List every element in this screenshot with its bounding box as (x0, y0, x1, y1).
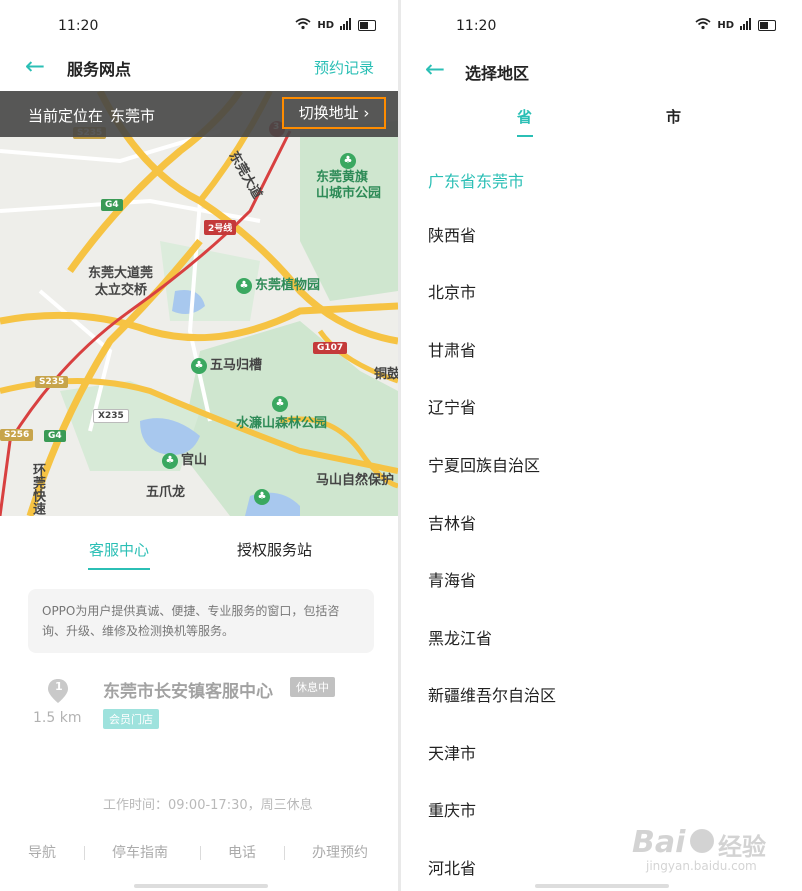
home-indicator (535, 884, 669, 888)
switch-address-button[interactable]: 切换地址 › (282, 97, 386, 129)
status-time: 11:20 (58, 18, 99, 34)
store-actions: 导航 停车指南 电话 办理预约 (0, 842, 398, 866)
poi-guanshan[interactable]: ♣ 官山 (162, 449, 207, 469)
store-name[interactable]: 东莞市长安镇客服中心 (103, 677, 273, 702)
page-title: 服务网点 (67, 60, 132, 79)
appointment-records-link[interactable]: 预约记录 (314, 57, 374, 78)
baidu-jingyan-watermark: Bai 经验 jingyan.baidu.com (614, 825, 784, 875)
cell-signal-icon (740, 18, 752, 33)
road-shield: X235 (93, 409, 129, 423)
province-item[interactable]: 新疆维吾尔自治区 (428, 682, 556, 706)
working-hours: 工作时间：09:00-17:30，周三休息 (103, 798, 313, 813)
active-tab-indicator (88, 568, 150, 570)
status-time: 11:20 (456, 18, 497, 34)
divider (84, 846, 85, 860)
poi-label: 铜鼓 (374, 367, 398, 382)
road-shield: G4 (44, 430, 66, 442)
member-store-tag: 会员门店 (103, 709, 159, 729)
province-item[interactable]: 吉林省 (428, 510, 476, 534)
status-bar: 11:20 HD (401, 18, 802, 38)
park-icon: ♣ (162, 452, 178, 469)
metro-label: 2号线 (204, 220, 237, 235)
province-item[interactable]: 河北省 (428, 855, 476, 879)
home-indicator (134, 884, 268, 888)
watermark-url: jingyan.baidu.com (646, 859, 757, 873)
park-marker[interactable]: ♣ (254, 489, 273, 505)
battery-icon (758, 20, 776, 31)
tab-city[interactable]: 市 (666, 106, 681, 127)
poi-interchange: 东莞大道莞 太立交桥 (88, 266, 154, 298)
service-type-tabs: 客服中心 授权服务站 (0, 536, 398, 576)
map-view[interactable]: S235 G4 2号线 G107 S235 X235 S256 G4 3 东莞大… (0, 91, 398, 516)
cell-signal-icon (340, 18, 352, 33)
status-badge: 休息中 (290, 677, 335, 697)
road-shield: S256 (0, 429, 34, 441)
battery-icon (358, 20, 376, 31)
poi-huangqishan[interactable]: ♣ 东莞黄旗 山城市公园 (316, 153, 381, 202)
select-region-screen: 11:20 HD ← 选择地区 省 市 广东省东莞市 陕西省 北京市 甘肃省 辽… (401, 0, 802, 891)
status-icons: HD (695, 18, 776, 33)
poi-mashan: 马山自然保护 (316, 473, 395, 488)
service-description: OPPO为用户提供真诚、便捷、专业服务的窗口，包括咨询、升级、维修及检测换机等服… (28, 589, 374, 653)
watermark-brand2: 经验 (718, 833, 766, 861)
province-item[interactable]: 宁夏回族自治区 (428, 452, 540, 476)
store-index: 1 (55, 680, 63, 693)
phone-button[interactable]: 电话 (228, 842, 256, 862)
location-city: 东莞市 (110, 107, 156, 125)
park-icon: ♣ (254, 489, 270, 505)
province-item[interactable]: 北京市 (428, 279, 476, 303)
province-item[interactable]: 甘肃省 (428, 337, 476, 361)
park-icon: ♣ (191, 357, 207, 374)
active-tab-indicator (517, 135, 533, 137)
store-distance: 1.5 km (33, 710, 82, 726)
tab-authorized-station[interactable]: 授权服务站 (237, 539, 312, 560)
store-card[interactable]: 1 1.5 km 东莞市长安镇客服中心 休息中 会员门店 工作时间：09:00-… (0, 672, 398, 822)
current-location-bar: 当前定位在 东莞市 切换地址 › (0, 91, 398, 137)
tab-province[interactable]: 省 (517, 106, 532, 127)
poi-shuilianshan[interactable]: ♣ 水濂山森林公园 (236, 396, 327, 431)
location-prefix: 当前定位在 (28, 107, 104, 125)
road-label: 环莞快速 (30, 463, 45, 515)
status-bar: 11:20 HD (0, 18, 398, 38)
wifi-icon (295, 18, 311, 33)
province-item[interactable]: 陕西省 (428, 222, 476, 246)
province-item[interactable]: 天津市 (428, 740, 476, 764)
hd-label: HD (717, 20, 734, 31)
tab-customer-center[interactable]: 客服中心 (89, 539, 149, 560)
service-points-screen: 11:20 HD ← 服务网点 预约记录 G4 2号线 G107 S235 X2… (0, 0, 398, 891)
back-arrow-icon[interactable]: ← (25, 54, 45, 78)
paw-icon (690, 829, 714, 853)
divider (284, 846, 285, 860)
book-appointment-button[interactable]: 办理预约 (312, 842, 368, 862)
hd-label: HD (317, 20, 334, 31)
province-item[interactable]: 黑龙江省 (428, 625, 492, 649)
current-region[interactable]: 广东省东莞市 (428, 168, 524, 192)
poi-wuzhualong: 五爪龙 (146, 485, 186, 500)
status-icons: HD (295, 18, 376, 33)
park-icon: ♣ (272, 396, 288, 412)
poi-botanical-garden[interactable]: ♣ 东莞植物园 (236, 274, 320, 294)
province-item[interactable]: 青海省 (428, 567, 476, 591)
parking-guide-button[interactable]: 停车指南 (112, 842, 168, 862)
page-title: 选择地区 (465, 64, 530, 83)
road-shield: S235 (35, 376, 69, 388)
province-item[interactable]: 重庆市 (428, 797, 476, 821)
watermark-brand: Bai (632, 825, 686, 860)
poi-wuma[interactable]: ♣ 五马归槽 (191, 354, 262, 374)
province-item[interactable]: 辽宁省 (428, 394, 476, 418)
park-icon: ♣ (236, 277, 252, 294)
road-shield: G4 (101, 199, 123, 211)
wifi-icon (695, 18, 711, 33)
park-icon: ♣ (340, 153, 356, 169)
navigate-button[interactable]: 导航 (28, 842, 56, 862)
road-shield: G107 (313, 342, 348, 354)
divider (200, 846, 201, 860)
back-arrow-icon[interactable]: ← (425, 57, 445, 81)
